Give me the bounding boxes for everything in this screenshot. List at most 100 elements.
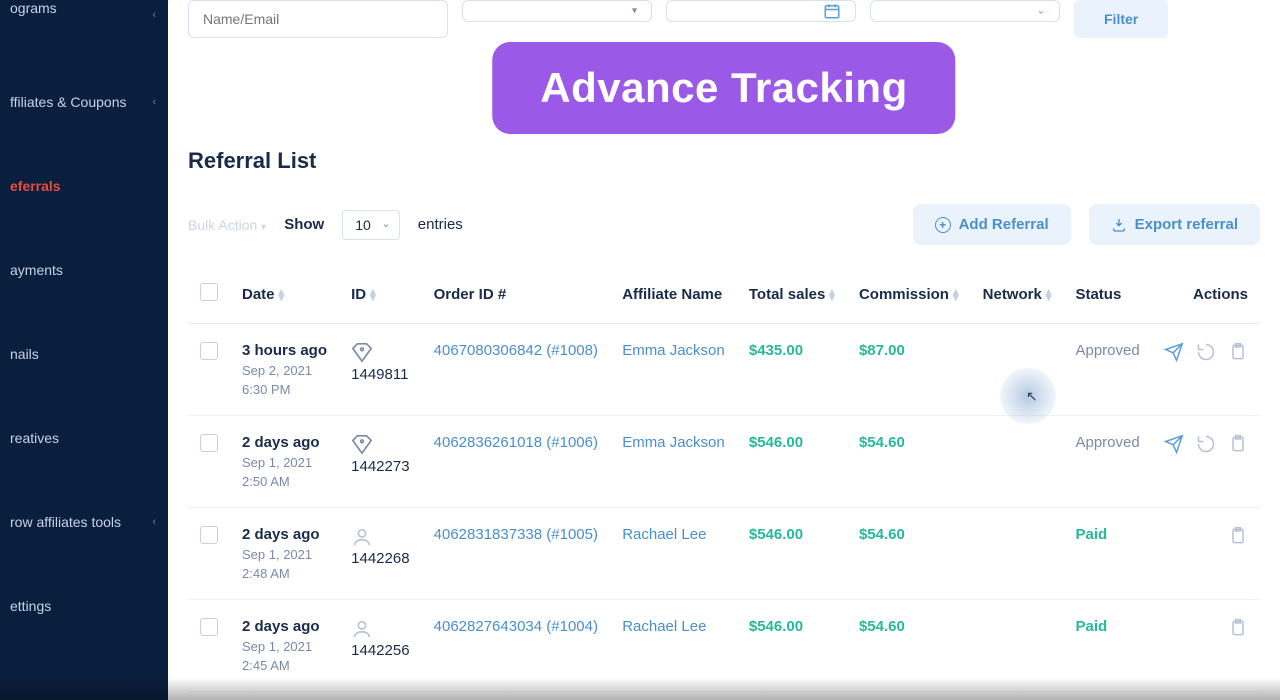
sidebar-item-label: ograms (10, 0, 57, 16)
chevron-down-icon: ▾ (632, 6, 637, 17)
tag-icon (351, 434, 410, 456)
undo-icon[interactable] (1196, 342, 1216, 362)
sidebar-item-referrals[interactable]: eferrals (0, 164, 168, 208)
total-sales-value: $435.00 (749, 342, 803, 359)
clip-icon[interactable] (1228, 526, 1248, 546)
clip-icon[interactable] (1228, 434, 1248, 454)
sort-icon: ▴▾ (279, 289, 285, 301)
total-sales-value: $546.00 (749, 434, 803, 451)
sidebar: ograms ‹ ffiliates & Coupons ‹ eferrals … (0, 0, 168, 700)
overlay-badge: Advance Tracking (492, 42, 955, 134)
filter-dropdown-2[interactable]: ⌄ (870, 0, 1060, 22)
status-badge: Paid (1075, 618, 1107, 635)
add-referral-label: Add Referral (959, 216, 1049, 233)
sidebar-item-settings[interactable]: ettings (0, 584, 168, 628)
chevron-down-icon: ⌄ (1037, 6, 1045, 17)
status-badge: Approved (1075, 342, 1139, 359)
sidebar-item-label: nails (10, 346, 39, 362)
order-link[interactable]: 4062831837338 (#1005) (434, 526, 598, 543)
undo-icon[interactable] (1196, 434, 1216, 454)
date-relative: 2 days ago (242, 434, 327, 451)
entries-select[interactable]: 10 ⌄ (342, 210, 400, 240)
sort-icon: ▴▾ (953, 289, 959, 301)
col-total-sales[interactable]: Total sales▴▾ (737, 265, 847, 324)
sidebar-item-programs[interactable]: ograms ‹ (0, 0, 168, 30)
col-network[interactable]: Network▴▾ (971, 265, 1064, 324)
table-toolbar: Bulk Action ▾ Show 10 ⌄ entries + Add Re… (188, 204, 1260, 245)
col-commission[interactable]: Commission▴▾ (847, 265, 971, 324)
referral-id: 1442268 (351, 550, 409, 567)
col-actions: Actions (1152, 265, 1260, 324)
sidebar-item-label: row affiliates tools (10, 514, 121, 530)
table-row: 2 days agoSep 1, 20212:50 AM 1442273 406… (188, 416, 1260, 508)
affiliate-link[interactable]: Emma Jackson (622, 342, 725, 359)
affiliate-link[interactable]: Rachael Lee (622, 618, 706, 635)
col-affiliate-name[interactable]: Affiliate Name (610, 265, 737, 324)
table-row: 2 days agoSep 1, 20212:45 AM 1442256 406… (188, 600, 1260, 692)
sidebar-item-grow-affiliate-tools[interactable]: row affiliates tools ‹ (0, 500, 168, 544)
add-referral-button[interactable]: + Add Referral (913, 204, 1071, 245)
filter-date-input[interactable] (666, 0, 856, 22)
referral-id: 1442256 (351, 642, 409, 659)
export-referral-button[interactable]: Export referral (1089, 204, 1260, 245)
send-icon[interactable] (1164, 434, 1184, 454)
commission-value: $54.60 (859, 526, 905, 543)
commission-value: $54.60 (859, 618, 905, 635)
order-link[interactable]: 4062827643034 (#1004) (434, 618, 598, 635)
sidebar-item-payments[interactable]: ayments (0, 248, 168, 292)
sidebar-item-emails[interactable]: nails (0, 332, 168, 376)
date-relative: 3 hours ago (242, 342, 327, 359)
clip-icon[interactable] (1228, 342, 1248, 362)
network-value (971, 324, 1064, 416)
sidebar-item-label: reatives (10, 430, 59, 446)
table-row: 3 hours agoSep 2, 20216:30 PM 1449811 40… (188, 324, 1260, 416)
export-referral-label: Export referral (1135, 216, 1238, 233)
clip-icon[interactable] (1228, 618, 1248, 638)
name-email-input[interactable] (188, 0, 448, 38)
row-checkbox[interactable] (200, 434, 218, 452)
sort-icon: ▴▾ (1046, 289, 1052, 301)
filter-dropdown-1[interactable]: ▾ (462, 0, 652, 22)
export-icon (1111, 217, 1127, 233)
user-icon (351, 618, 410, 640)
date-time: 2:48 AM (242, 566, 327, 581)
date-absolute: Sep 1, 2021 (242, 639, 327, 654)
user-icon (351, 526, 410, 548)
order-link[interactable]: 4062836261018 (#1006) (434, 434, 598, 451)
tag-icon (351, 342, 410, 364)
commission-value: $87.00 (859, 342, 905, 359)
row-checkbox[interactable] (200, 618, 218, 636)
status-badge: Paid (1075, 526, 1107, 543)
affiliate-link[interactable]: Emma Jackson (622, 434, 725, 451)
sidebar-item-creatives[interactable]: reatives (0, 416, 168, 460)
main-content: ▾ ⌄ Filter Advance Tracking Referral Lis… (168, 0, 1280, 700)
page-title: Referral List (188, 148, 1260, 174)
row-checkbox[interactable] (200, 526, 218, 544)
filter-button[interactable]: Filter (1074, 0, 1168, 38)
col-date[interactable]: Date▴▾ (230, 265, 339, 324)
affiliate-link[interactable]: Rachael Lee (622, 526, 706, 543)
entries-label: entries (418, 216, 463, 233)
referral-id: 1442273 (351, 458, 409, 475)
col-status[interactable]: Status (1063, 265, 1151, 324)
network-value (971, 508, 1064, 600)
table-row: 2 days agoSep 1, 20212:48 AM 1442268 406… (188, 508, 1260, 600)
col-id[interactable]: ID▴▾ (339, 265, 422, 324)
sidebar-item-affiliates-coupons[interactable]: ffiliates & Coupons ‹ (0, 80, 168, 124)
order-link[interactable]: 4067080306842 (#1008) (434, 342, 598, 359)
date-time: 6:30 PM (242, 382, 327, 397)
date-time: 2:45 AM (242, 658, 327, 673)
chevron-left-icon: ‹ (152, 96, 156, 108)
plus-circle-icon: + (935, 217, 951, 233)
date-relative: 2 days ago (242, 526, 327, 543)
select-all-checkbox[interactable] (200, 283, 218, 301)
status-badge: Approved (1075, 434, 1139, 451)
network-value (971, 600, 1064, 692)
date-absolute: Sep 1, 2021 (242, 455, 327, 470)
sidebar-item-label: ayments (10, 262, 63, 278)
col-order-id[interactable]: Order ID # (422, 265, 611, 324)
send-icon[interactable] (1164, 342, 1184, 362)
sort-icon: ▴▾ (370, 289, 376, 301)
bulk-action-dropdown[interactable]: Bulk Action ▾ (188, 217, 266, 233)
row-checkbox[interactable] (200, 342, 218, 360)
